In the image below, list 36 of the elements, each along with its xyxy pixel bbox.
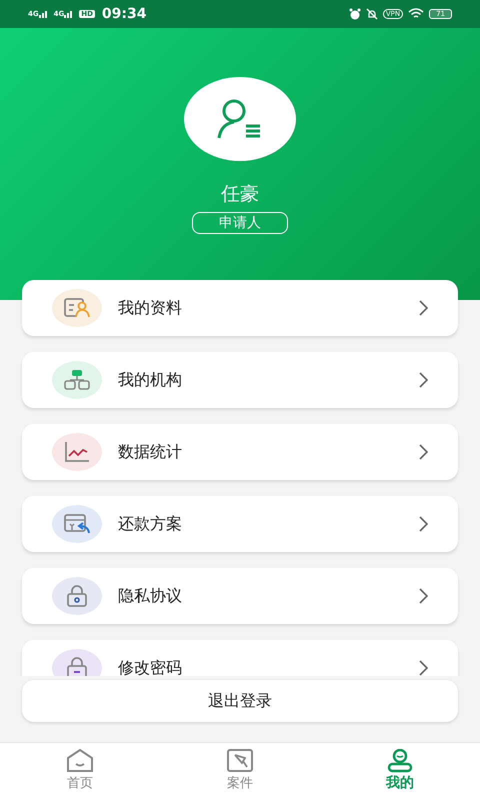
menu-label: 修改密码 <box>118 658 183 676</box>
mute-icon <box>366 8 378 20</box>
menu-item[interactable]: 隐私协议 <box>22 568 458 624</box>
tab[interactable]: 我的 <box>320 743 480 800</box>
chevron-right-icon <box>418 300 428 316</box>
lock-icon <box>64 585 90 607</box>
role-badge: 申请人 <box>192 212 288 234</box>
alarm-icon <box>348 8 361 20</box>
menu-item[interactable]: 我的机构 <box>22 352 458 408</box>
menu-item[interactable]: 我的资料 <box>22 280 458 336</box>
profile-card-icon <box>64 297 90 319</box>
clock-time: 09:34 <box>102 6 146 22</box>
chevron-right-icon <box>418 588 428 604</box>
chevron-right-icon <box>418 660 428 676</box>
line-chart-icon <box>64 441 90 463</box>
tab[interactable]: 案件 <box>160 743 320 800</box>
user-name: 任豪 <box>221 182 259 207</box>
logout-button[interactable]: 退出登录 <box>22 680 458 722</box>
user-icon <box>385 749 415 773</box>
chevron-right-icon <box>418 444 428 460</box>
menu-label: 还款方案 <box>118 514 183 534</box>
menu-item[interactable]: 还款方案 <box>22 496 458 552</box>
wifi-icon <box>408 8 424 20</box>
chevron-right-icon <box>418 516 428 532</box>
org-chart-icon <box>64 369 90 391</box>
chevron-right-icon <box>418 372 428 388</box>
tab[interactable]: 首页 <box>0 743 160 800</box>
home-icon <box>65 749 95 773</box>
menu-item[interactable]: 修改密码 <box>22 640 458 676</box>
card-arrow-icon <box>64 513 90 535</box>
lock-icon <box>64 657 90 676</box>
menu-label: 我的机构 <box>118 370 183 390</box>
menu-label: 数据统计 <box>118 442 183 462</box>
menu-label: 我的资料 <box>118 298 183 318</box>
menu-item[interactable]: 数据统计 <box>22 424 458 480</box>
menu-label: 隐私协议 <box>118 586 183 606</box>
